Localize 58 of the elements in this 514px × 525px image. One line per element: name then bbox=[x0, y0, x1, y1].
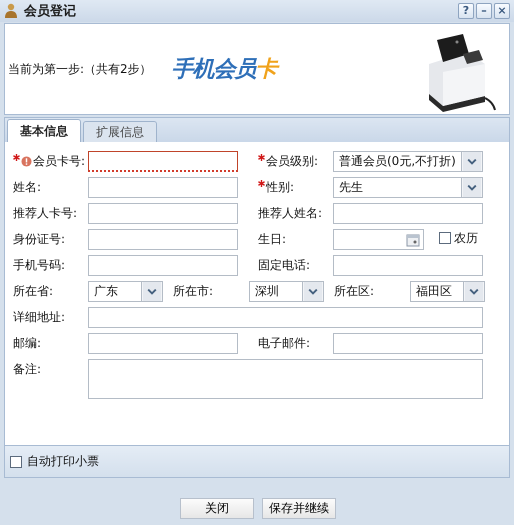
calendar-icon bbox=[406, 232, 420, 246]
caret-icon bbox=[302, 282, 323, 301]
field-label: 会员卡号: bbox=[33, 153, 86, 170]
field-label: 推荐人姓名: bbox=[258, 205, 322, 222]
window-title: 会员登记 bbox=[24, 3, 76, 20]
input-field[interactable] bbox=[88, 333, 238, 354]
field-label: 姓名: bbox=[13, 179, 42, 196]
field-label: 详细地址: bbox=[13, 309, 66, 326]
dropdown[interactable]: 福田区 bbox=[410, 281, 485, 302]
caret-icon bbox=[141, 282, 162, 301]
field-label: 所在区: bbox=[334, 283, 374, 300]
field-label: 邮编: bbox=[13, 335, 42, 352]
field-label: 备注: bbox=[13, 361, 42, 378]
required-icon bbox=[13, 154, 20, 161]
input-field[interactable] bbox=[88, 229, 238, 250]
field-label: 会员级别: bbox=[266, 153, 318, 170]
window-control-button[interactable]: × bbox=[494, 3, 510, 19]
text-area[interactable] bbox=[88, 359, 483, 399]
caret-icon bbox=[461, 152, 482, 171]
field-label: 所在市: bbox=[173, 283, 214, 300]
window-control-button[interactable]: – bbox=[476, 3, 492, 19]
dialog-button[interactable]: 保存并继续 bbox=[262, 498, 336, 519]
input-field[interactable] bbox=[88, 203, 238, 224]
field-label: 推荐人卡号: bbox=[13, 205, 78, 222]
input-field[interactable] bbox=[88, 177, 238, 198]
field-label: 性别: bbox=[266, 179, 294, 196]
dropdown[interactable]: 普通会员(0元,不打折) bbox=[333, 151, 483, 172]
checkbox[interactable] bbox=[439, 232, 451, 244]
step-text: 当前为第一步:（共有2步） bbox=[8, 60, 152, 78]
field-label: 电子邮件: bbox=[258, 335, 310, 352]
logo-text: 手机会员卡 bbox=[172, 54, 277, 84]
dropdown[interactable]: 先生 bbox=[333, 177, 483, 198]
checkbox-label: 农历 bbox=[454, 230, 478, 246]
input-field[interactable] bbox=[333, 203, 483, 224]
dialog-button[interactable]: 关闭 bbox=[180, 498, 254, 519]
tab[interactable]: 基本信息 bbox=[7, 119, 81, 142]
field-label: 生日: bbox=[258, 231, 286, 248]
caret-icon bbox=[461, 178, 482, 197]
dropdown[interactable]: 广东 bbox=[88, 281, 163, 302]
input-field[interactable] bbox=[88, 307, 483, 328]
checkbox-label: 自动打印小票 bbox=[27, 453, 99, 470]
input-field[interactable] bbox=[88, 255, 238, 276]
input-field[interactable] bbox=[88, 151, 238, 172]
field-label: 身份证号: bbox=[13, 231, 66, 248]
required-icon bbox=[258, 180, 265, 187]
user-icon bbox=[4, 3, 18, 19]
window-control-button[interactable]: ? bbox=[458, 3, 474, 19]
field-label: 固定电话: bbox=[258, 257, 310, 274]
input-field[interactable] bbox=[333, 255, 483, 276]
tab[interactable]: 扩展信息 bbox=[83, 121, 157, 142]
required-icon bbox=[258, 154, 265, 161]
caret-icon bbox=[463, 282, 484, 301]
field-label: 手机号码: bbox=[13, 257, 66, 274]
dropdown[interactable]: 深圳 bbox=[249, 281, 324, 302]
checkbox[interactable] bbox=[10, 456, 22, 468]
field-label: 所在省: bbox=[13, 283, 54, 300]
date-field[interactable] bbox=[333, 229, 424, 250]
input-field[interactable] bbox=[333, 333, 483, 354]
